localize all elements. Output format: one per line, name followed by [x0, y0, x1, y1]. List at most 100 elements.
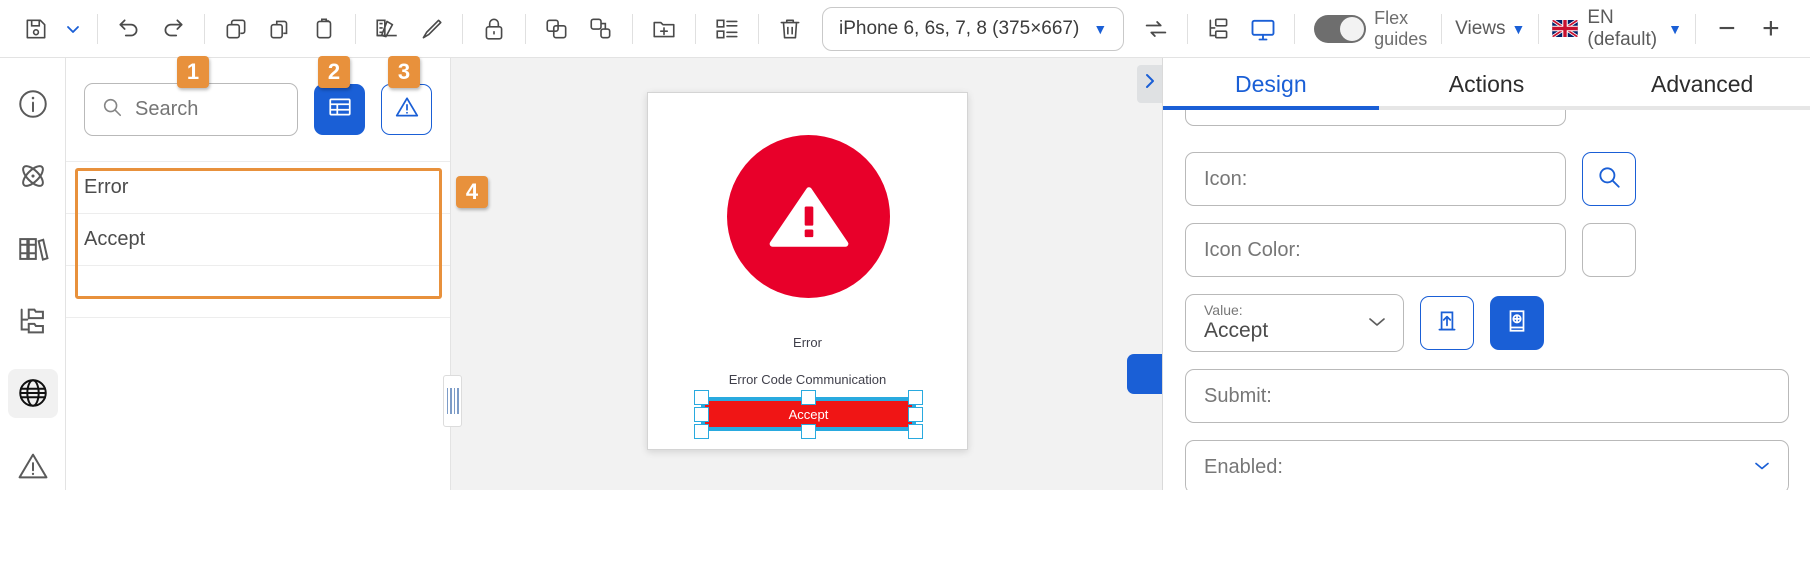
resize-handle-se[interactable] [908, 424, 923, 439]
sidebar-item-atom[interactable] [8, 152, 58, 200]
chevron-right-icon [1142, 71, 1158, 97]
value-field-label: Value: [1204, 302, 1243, 319]
uk-flag-icon [1552, 20, 1579, 37]
new-folder-icon[interactable] [642, 7, 686, 51]
step-badge-2: 2 [318, 56, 350, 88]
device-selector-label: iPhone 6, 6s, 7, 8 (375×667) [839, 17, 1080, 39]
refresh-icon[interactable] [1134, 7, 1178, 51]
error-alert-icon [727, 135, 890, 298]
properties-panel: Design Actions Advanced Icon: Icon Color… [1162, 58, 1810, 490]
tab-actions[interactable]: Actions [1379, 71, 1595, 98]
value-field[interactable]: Value: Accept [1185, 294, 1404, 352]
resize-handle-nw[interactable] [694, 390, 709, 405]
warnings-button[interactable] [381, 84, 432, 135]
grip-line [446, 388, 448, 414]
views-menu[interactable]: Views ▼ [1455, 18, 1525, 40]
styles-icon[interactable] [365, 7, 409, 51]
zoom-in-button[interactable]: + [1749, 7, 1793, 51]
save-icon[interactable] [14, 7, 58, 51]
toolbar-divider [1294, 13, 1296, 44]
paste-icon[interactable] [302, 7, 346, 51]
step-badge-4: 4 [456, 176, 488, 208]
left-icon-rail [0, 58, 66, 490]
collapse-panel-button[interactable] [1137, 65, 1162, 103]
phone-preview: Error Error Code Communication Accept [647, 92, 968, 450]
copy-icon[interactable] [214, 7, 258, 51]
group-icon[interactable] [535, 7, 579, 51]
sidebar-item-tree[interactable] [8, 297, 58, 345]
save-dropdown-icon[interactable] [58, 7, 88, 51]
resize-handle-s[interactable] [801, 424, 816, 439]
panel-resize-handle[interactable] [443, 375, 462, 427]
toolbar-divider [695, 13, 696, 44]
flex-guides-toggle[interactable] [1314, 14, 1367, 43]
toolbar-divider [1538, 13, 1540, 44]
chevron-down-icon[interactable] [1367, 313, 1387, 333]
lock-icon[interactable] [472, 7, 516, 51]
enabled-field-label: Enabled: [1204, 455, 1283, 478]
icon-color-swatch[interactable] [1582, 223, 1636, 277]
submit-field[interactable]: Submit: [1185, 369, 1789, 423]
tab-design[interactable]: Design [1163, 71, 1379, 98]
error-title: Error [793, 335, 822, 350]
monitor-icon[interactable] [1241, 7, 1285, 51]
list-item[interactable]: Accept [66, 214, 450, 266]
table-icon [327, 94, 353, 125]
toolbar-divider [758, 13, 759, 44]
flex-guides-label-line1: Flex [1374, 7, 1409, 28]
duplicate-icon[interactable] [258, 7, 302, 51]
grip-line [453, 388, 455, 414]
toggle-knob [1340, 16, 1365, 41]
list-item[interactable]: Error [66, 162, 450, 214]
chevron-down-icon[interactable] [1752, 459, 1772, 476]
search-icon [101, 96, 123, 123]
resize-handle-n[interactable] [801, 390, 816, 405]
list-item[interactable] [66, 266, 450, 318]
sidebar-item-globe[interactable] [7, 369, 58, 418]
language-default: (default) [1587, 28, 1658, 50]
toolbar-divider [1187, 13, 1189, 44]
toolbar-divider [204, 13, 205, 44]
device-selector[interactable]: iPhone 6, 6s, 7, 8 (375×667) ▼ [822, 6, 1125, 51]
language-selector[interactable]: EN (default) ▼ [1552, 7, 1682, 51]
resize-handle-w[interactable] [694, 407, 709, 422]
chevron-down-icon: ▼ [1093, 20, 1108, 37]
layout-grid-icon[interactable] [705, 7, 749, 51]
toolbar-divider [1694, 13, 1696, 44]
zoom-out-button[interactable]: − [1705, 7, 1749, 51]
grip-line [450, 388, 452, 414]
submit-field-label: Submit: [1204, 384, 1272, 407]
toolbar-divider [632, 13, 633, 44]
search-input[interactable] [135, 98, 281, 121]
accept-button-selection[interactable]: Accept [694, 390, 923, 439]
sidebar-item-warning[interactable] [8, 442, 58, 490]
design-canvas[interactable]: Error Error Code Communication Accept [451, 58, 1171, 490]
table-view-button[interactable] [314, 84, 365, 135]
brush-icon[interactable] [409, 7, 453, 51]
resize-handle-e[interactable] [908, 407, 923, 422]
language-label: EN (default) [1587, 7, 1657, 51]
resize-handle-ne[interactable] [908, 390, 923, 405]
left-panel: Error Accept [66, 58, 451, 490]
tree-view-icon[interactable] [1197, 7, 1241, 51]
sidebar-item-info[interactable] [8, 80, 58, 128]
toolbar-divider [525, 13, 526, 44]
search-box[interactable] [84, 83, 298, 136]
enabled-field[interactable]: Enabled: [1185, 440, 1789, 490]
ungroup-icon[interactable] [579, 7, 623, 51]
toolbar-divider [97, 13, 98, 44]
sidebar-item-library[interactable] [8, 225, 58, 273]
tab-advanced[interactable]: Advanced [1594, 71, 1810, 98]
language-code: EN [1587, 6, 1614, 28]
submit-field-row: Submit: [1185, 369, 1789, 423]
trash-icon[interactable] [768, 7, 812, 51]
views-menu-label: Views [1455, 17, 1506, 39]
redo-icon[interactable] [151, 7, 195, 51]
toolbar-divider [1441, 13, 1443, 44]
value-field-value: Accept [1204, 318, 1269, 342]
app-window: iPhone 6, 6s, 7, 8 (375×667) ▼ Flex guid… [0, 0, 1810, 566]
undo-icon[interactable] [107, 7, 151, 51]
resize-handle-sw[interactable] [694, 424, 709, 439]
toolbar-divider [355, 13, 356, 44]
warning-triangle-icon [394, 94, 420, 125]
